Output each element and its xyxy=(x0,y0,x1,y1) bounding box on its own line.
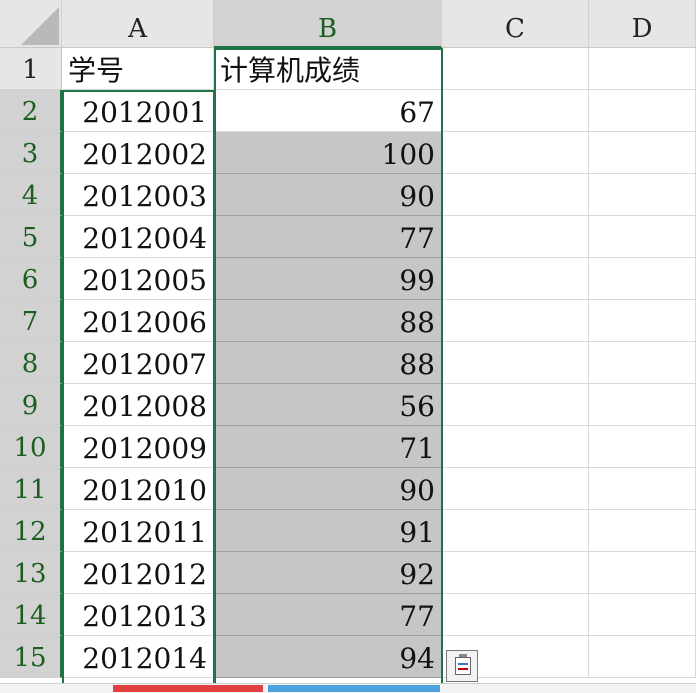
cell-c3[interactable] xyxy=(442,132,589,174)
cell-a8[interactable]: 2012007 xyxy=(62,342,214,384)
row-header-3[interactable]: 3 xyxy=(0,132,62,174)
cell-b9[interactable]: 56 xyxy=(214,384,442,426)
select-all-triangle-icon xyxy=(21,7,59,45)
row-header-12[interactable]: 12 xyxy=(0,510,62,552)
cell-a13[interactable]: 2012012 xyxy=(62,552,214,594)
cell-d13[interactable] xyxy=(589,552,696,594)
cell-b4[interactable]: 90 xyxy=(214,174,442,216)
spreadsheet-grid: A B C D 1 2 3 4 5 6 7 8 9 10 11 12 13 14 15 学号 计算机成绩 2… xyxy=(0,0,696,693)
cell-a7[interactable]: 2012006 xyxy=(62,300,214,342)
paste-options-icon[interactable] xyxy=(446,650,478,682)
cell-c6[interactable] xyxy=(442,258,589,300)
row-header-13[interactable]: 13 xyxy=(0,552,62,594)
clipboard-line-blue xyxy=(458,663,468,665)
cell-c8[interactable] xyxy=(442,342,589,384)
cell-d7[interactable] xyxy=(589,300,696,342)
cell-d8[interactable] xyxy=(589,342,696,384)
row-header-5[interactable]: 5 xyxy=(0,216,62,258)
row-header-9[interactable]: 9 xyxy=(0,384,62,426)
cell-a5[interactable]: 2012004 xyxy=(62,216,214,258)
column-header-c[interactable]: C xyxy=(442,0,589,48)
cell-c12[interactable] xyxy=(442,510,589,552)
cell-a1[interactable]: 学号 xyxy=(62,48,214,90)
clipboard-sheet-shape xyxy=(455,657,471,675)
cell-d3[interactable] xyxy=(589,132,696,174)
cell-b12[interactable]: 91 xyxy=(214,510,442,552)
row-header-11[interactable]: 11 xyxy=(0,468,62,510)
row-header-10[interactable]: 10 xyxy=(0,426,62,468)
cell-c4[interactable] xyxy=(442,174,589,216)
row-header-2[interactable]: 2 xyxy=(0,90,62,132)
row-header-15[interactable]: 15 xyxy=(0,636,62,678)
cell-d4[interactable] xyxy=(589,174,696,216)
cell-d14[interactable] xyxy=(589,594,696,636)
cell-a9[interactable]: 2012008 xyxy=(62,384,214,426)
cell-a3[interactable]: 2012002 xyxy=(62,132,214,174)
cell-b10[interactable]: 71 xyxy=(214,426,442,468)
cell-b14[interactable]: 77 xyxy=(214,594,442,636)
cell-a11[interactable]: 2012010 xyxy=(62,468,214,510)
cell-c1[interactable] xyxy=(442,48,589,90)
cell-c10[interactable] xyxy=(442,426,589,468)
cell-c2[interactable] xyxy=(442,90,589,132)
cell-c7[interactable] xyxy=(442,300,589,342)
row-header-14[interactable]: 14 xyxy=(0,594,62,636)
column-header-b[interactable]: B xyxy=(214,0,442,48)
cell-b13[interactable]: 92 xyxy=(214,552,442,594)
row-header-1[interactable]: 1 xyxy=(0,48,62,90)
cell-a2[interactable]: 2012001 xyxy=(62,90,214,132)
cell-c14[interactable] xyxy=(442,594,589,636)
cell-d15[interactable] xyxy=(589,636,696,678)
cell-d2[interactable] xyxy=(589,90,696,132)
cell-c9[interactable] xyxy=(442,384,589,426)
row-header-7[interactable]: 7 xyxy=(0,300,62,342)
cell-d12[interactable] xyxy=(589,510,696,552)
cell-b15[interactable]: 94 xyxy=(214,636,442,678)
cell-a4[interactable]: 2012003 xyxy=(62,174,214,216)
cell-d6[interactable] xyxy=(589,258,696,300)
clipboard-line-red xyxy=(458,668,468,670)
taskbar-blue-segment xyxy=(268,685,440,692)
cell-a15[interactable]: 2012014 xyxy=(62,636,214,678)
row-header-8[interactable]: 8 xyxy=(0,342,62,384)
cell-c5[interactable] xyxy=(442,216,589,258)
cell-b2[interactable]: 67 xyxy=(214,90,442,132)
cell-a10[interactable]: 2012009 xyxy=(62,426,214,468)
cell-b11[interactable]: 90 xyxy=(214,468,442,510)
cell-b5[interactable]: 77 xyxy=(214,216,442,258)
cell-d10[interactable] xyxy=(589,426,696,468)
cell-b3[interactable]: 100 xyxy=(214,132,442,174)
row-header-4[interactable]: 4 xyxy=(0,174,62,216)
cell-a14[interactable]: 2012013 xyxy=(62,594,214,636)
row-header-6[interactable]: 6 xyxy=(0,258,62,300)
cell-b6[interactable]: 99 xyxy=(214,258,442,300)
column-header-d[interactable]: D xyxy=(589,0,696,48)
column-header-a[interactable]: A xyxy=(62,0,214,48)
taskbar-red-segment xyxy=(113,685,263,692)
cell-a6[interactable]: 2012005 xyxy=(62,258,214,300)
cell-c11[interactable] xyxy=(442,468,589,510)
cell-b8[interactable]: 88 xyxy=(214,342,442,384)
cell-d11[interactable] xyxy=(589,468,696,510)
cell-c13[interactable] xyxy=(442,552,589,594)
cell-b7[interactable]: 88 xyxy=(214,300,442,342)
cell-d5[interactable] xyxy=(589,216,696,258)
cell-d1[interactable] xyxy=(589,48,696,90)
cell-d9[interactable] xyxy=(589,384,696,426)
select-all-corner[interactable] xyxy=(0,0,62,48)
cell-a12[interactable]: 2012011 xyxy=(62,510,214,552)
cell-b1[interactable]: 计算机成绩 xyxy=(214,48,442,90)
